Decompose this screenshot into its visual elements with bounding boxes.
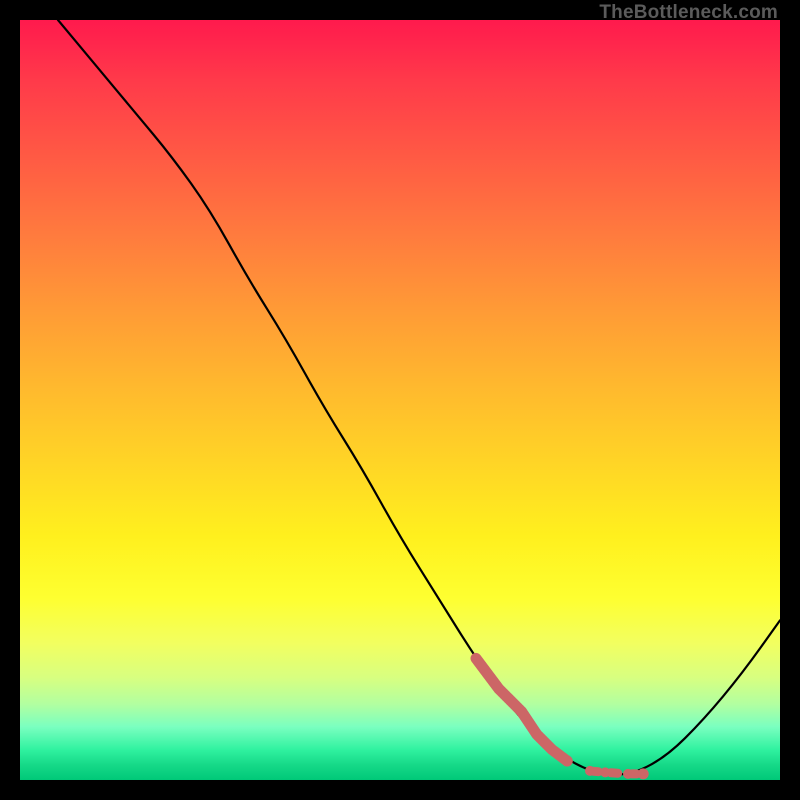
highlight-dot [638,768,649,779]
plot-area [20,20,780,780]
bottleneck-curve-path [58,20,780,775]
chart-svg [20,20,780,780]
highlight-dots [562,756,649,780]
highlight-dot [562,756,573,767]
chart-frame: TheBottleneck.com [0,0,800,800]
highlight-segment-path [476,658,567,761]
